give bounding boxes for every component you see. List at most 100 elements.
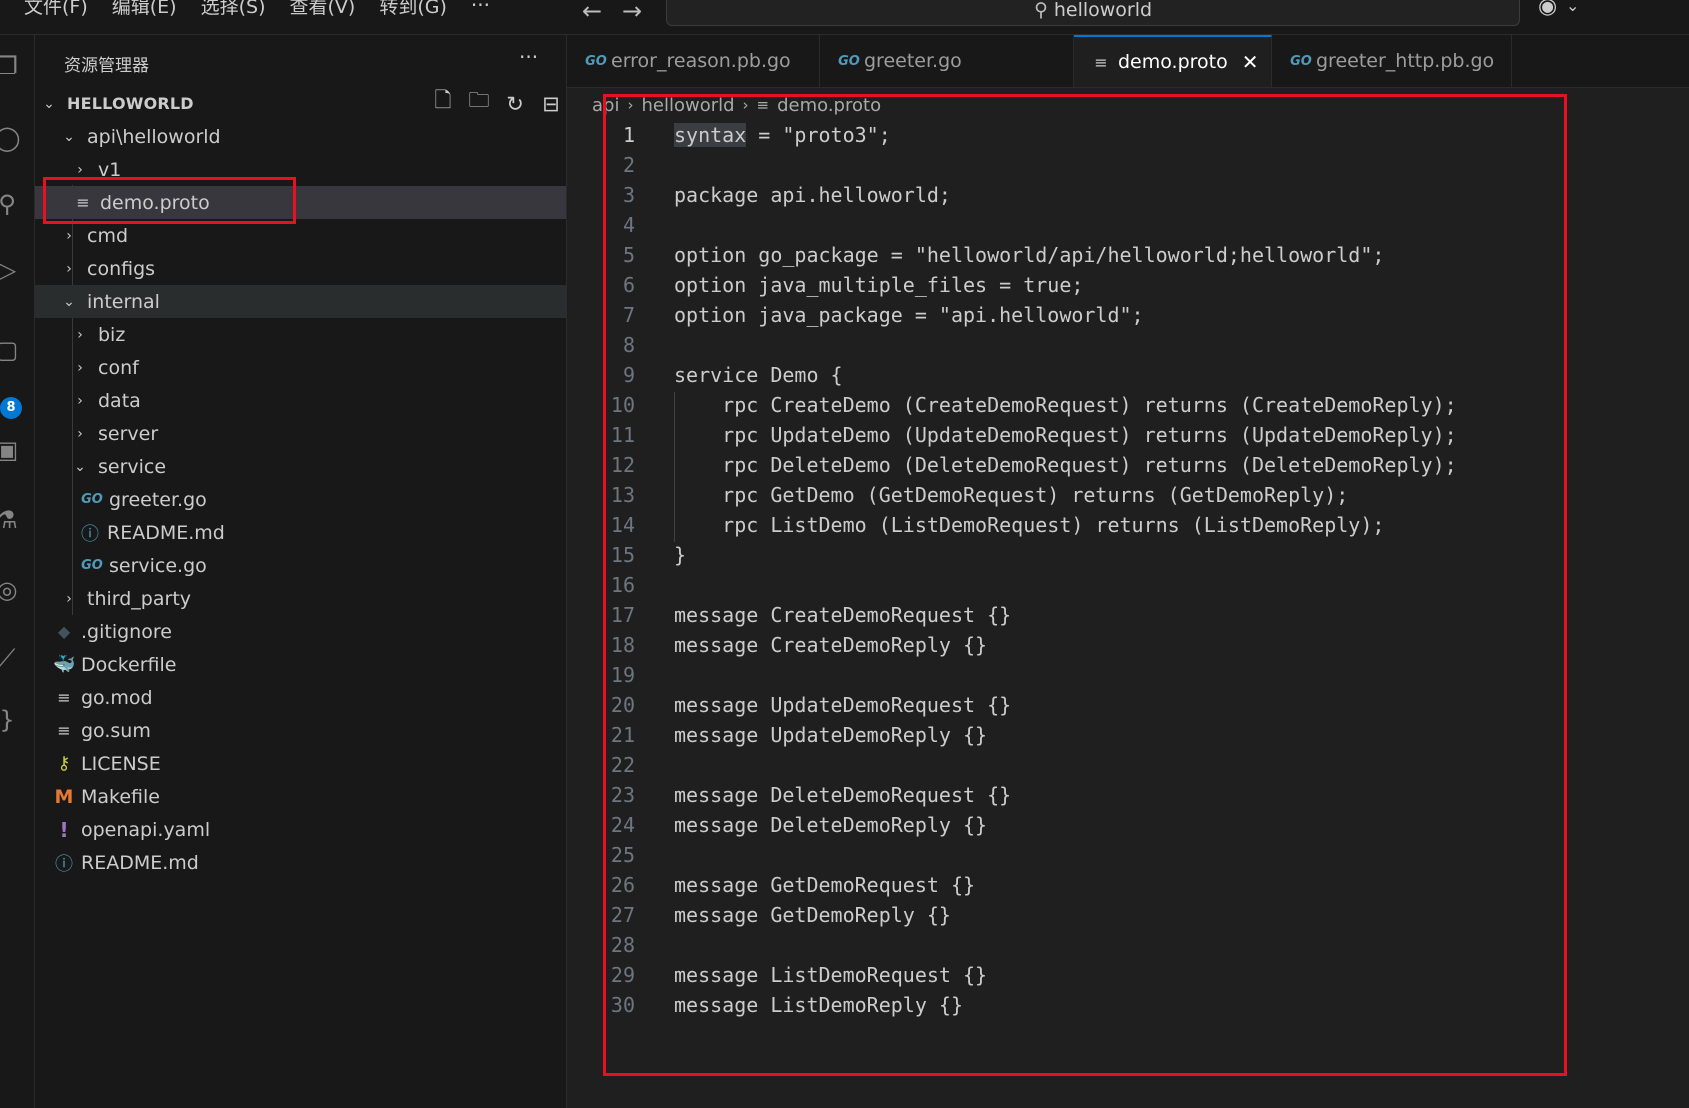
chevron-down-icon: ⌄: [74, 458, 86, 475]
tree-item-biz[interactable]: › biz: [35, 318, 566, 351]
yaml-icon: !: [59, 817, 69, 842]
highlight-box-tree: [43, 177, 296, 224]
workspace-root-label: HELLOWORLD: [67, 94, 194, 113]
collapse-all-icon[interactable]: ⊟: [533, 92, 569, 116]
tree-item-label: README.md: [81, 851, 199, 874]
tab-demo-proto[interactable]: ≡ demo.proto ✕: [1074, 35, 1272, 87]
tab-label: greeter.go: [864, 50, 962, 72]
back-arrow-icon[interactable]: ←: [582, 0, 602, 25]
menu-go[interactable]: 转到(G): [379, 0, 447, 17]
refresh-icon[interactable]: ↻: [497, 92, 533, 116]
explorer-actions: 🗋 🗀 ↻ ⊟: [425, 87, 569, 120]
workspace-root[interactable]: ⌄ HELLOWORLD 🗋 🗀 ↻ ⊟: [35, 87, 566, 120]
tree-item-dockerfile[interactable]: 🐳 Dockerfile: [35, 648, 566, 681]
chevron-right-icon: ›: [77, 326, 83, 343]
tree-item-configs[interactable]: › configs: [35, 252, 566, 285]
tree-item-label: Makefile: [81, 785, 160, 808]
fingerprint-icon[interactable]: ◎: [0, 575, 22, 605]
tree-item-go-sum[interactable]: ≡ go.sum: [35, 714, 566, 747]
tree-item-label: third_party: [87, 587, 192, 610]
close-icon[interactable]: ✕: [1242, 50, 1259, 74]
new-folder-icon[interactable]: 🗀: [461, 86, 497, 121]
chevron-down-icon[interactable]: ⌄: [1566, 0, 1579, 15]
makefile-icon: M: [54, 785, 74, 808]
sidebar-title: 资源管理器: [64, 56, 149, 76]
highlight-box-editor: [603, 94, 1567, 1076]
chevron-down-icon: ⌄: [63, 128, 75, 145]
tree-item-makefile[interactable]: M Makefile: [35, 780, 566, 813]
tree-item-label: server: [98, 422, 159, 445]
copilot-icon[interactable]: ◉: [1538, 0, 1557, 19]
chevron-right-icon: ›: [66, 260, 72, 277]
tree-item-service-go[interactable]: GO service.go: [35, 549, 566, 582]
tree-item-label: configs: [87, 257, 156, 280]
chevron-right-icon: ›: [77, 425, 83, 442]
extensions-badge: 8: [0, 397, 22, 419]
chevron-right-icon: ›: [77, 392, 83, 409]
tree-item-data[interactable]: › data: [35, 384, 566, 417]
info-icon: ⓘ: [81, 523, 99, 545]
tree-item-gitignore[interactable]: ◆ .gitignore: [35, 615, 566, 648]
search-icon: ⚲: [1033, 0, 1048, 21]
tree-item-internal[interactable]: ⌄ internal: [35, 285, 566, 318]
tab-error-reason-pb-go[interactable]: GO error_reason.pb.go: [567, 35, 820, 87]
tree-item-label: greeter.go: [109, 488, 207, 511]
sidebar-more-button[interactable]: ···: [519, 45, 538, 69]
menu-bar: 文件(F) 编辑(E) 选择(S) 查看(V) 转到(G) ···: [0, 0, 514, 34]
tree-item-label: go.sum: [81, 719, 151, 742]
tree-item-go-mod[interactable]: ≡ go.mod: [35, 681, 566, 714]
menu-view[interactable]: 查看(V): [290, 0, 356, 17]
forward-arrow-icon[interactable]: →: [622, 0, 642, 25]
tree-item-label: cmd: [87, 224, 129, 247]
new-file-icon[interactable]: 🗋: [425, 86, 461, 121]
tree-item-service-readme[interactable]: ⓘ README.md: [35, 516, 566, 549]
remote-explorer-icon[interactable]: ▣: [0, 435, 22, 465]
tree-item-label: .gitignore: [81, 620, 172, 643]
chevron-right-icon: ›: [66, 590, 72, 607]
go-file-icon: GO: [838, 53, 860, 69]
tree-item-third-party[interactable]: › third_party: [35, 582, 566, 615]
extensions-icon[interactable]: ▢: [0, 335, 22, 365]
go-file-icon: GO: [585, 53, 607, 69]
tree-item-api-helloworld[interactable]: ⌄ api\helloworld: [35, 120, 566, 153]
text-file-icon: ≡: [57, 721, 71, 740]
editor-tab-bar: GO error_reason.pb.go GO greeter.go ≡ de…: [567, 35, 1689, 88]
tree-item-label: LICENSE: [81, 752, 161, 775]
tree-item-conf[interactable]: › conf: [35, 351, 566, 384]
menu-file[interactable]: 文件(F): [24, 0, 88, 17]
tree-item-label: conf: [98, 356, 139, 379]
explorer-icon[interactable]: ❐: [0, 51, 22, 81]
tree-item-server[interactable]: › server: [35, 417, 566, 450]
command-center-search[interactable]: ⚲ helloworld: [666, 0, 1520, 26]
braces-icon[interactable]: }: [0, 705, 22, 735]
tree-item-service[interactable]: ⌄ service: [35, 450, 566, 483]
git-icon: ◆: [57, 622, 71, 641]
tree-item-label: Dockerfile: [81, 653, 177, 676]
tab-label: greeter_http.pb.go: [1316, 50, 1495, 72]
tab-greeter-http-pb-go[interactable]: GO greeter_http.pb.go: [1272, 35, 1512, 87]
chevron-right-icon: ›: [77, 359, 83, 376]
graph-icon[interactable]: ⟋: [0, 643, 22, 673]
docker-icon: 🐳: [53, 654, 76, 675]
license-icon: ⚷: [57, 753, 71, 774]
chevron-down-icon: ⌄: [63, 293, 75, 310]
tab-label: error_reason.pb.go: [611, 50, 791, 72]
info-icon: ⓘ: [55, 853, 73, 875]
menu-edit[interactable]: 编辑(E): [112, 0, 177, 17]
go-file-icon: GO: [81, 558, 103, 573]
activity-bar: ❐ ◯ ⚲ ▷ ▢ 8 ▣ ⚗ ◎ ⟋ }: [0, 35, 35, 1108]
source-control-icon[interactable]: ⚲: [0, 189, 22, 219]
tree-item-greeter-go[interactable]: GO greeter.go: [35, 483, 566, 516]
tab-greeter-go[interactable]: GO greeter.go: [820, 35, 1074, 87]
menu-selection[interactable]: 选择(S): [201, 0, 266, 17]
tree-item-openapi-yaml[interactable]: ! openapi.yaml: [35, 813, 566, 846]
search-activity-icon[interactable]: ◯: [0, 123, 22, 153]
go-file-icon: GO: [1290, 53, 1312, 69]
menu-more-button[interactable]: ···: [471, 0, 490, 15]
testing-icon[interactable]: ⚗: [0, 505, 22, 535]
tree-item-license[interactable]: ⚷ LICENSE: [35, 747, 566, 780]
proto-file-icon: ≡: [1094, 52, 1108, 72]
tree-item-label: go.mod: [81, 686, 153, 709]
tree-item-root-readme[interactable]: ⓘ README.md: [35, 846, 566, 879]
run-debug-icon[interactable]: ▷: [0, 255, 22, 285]
